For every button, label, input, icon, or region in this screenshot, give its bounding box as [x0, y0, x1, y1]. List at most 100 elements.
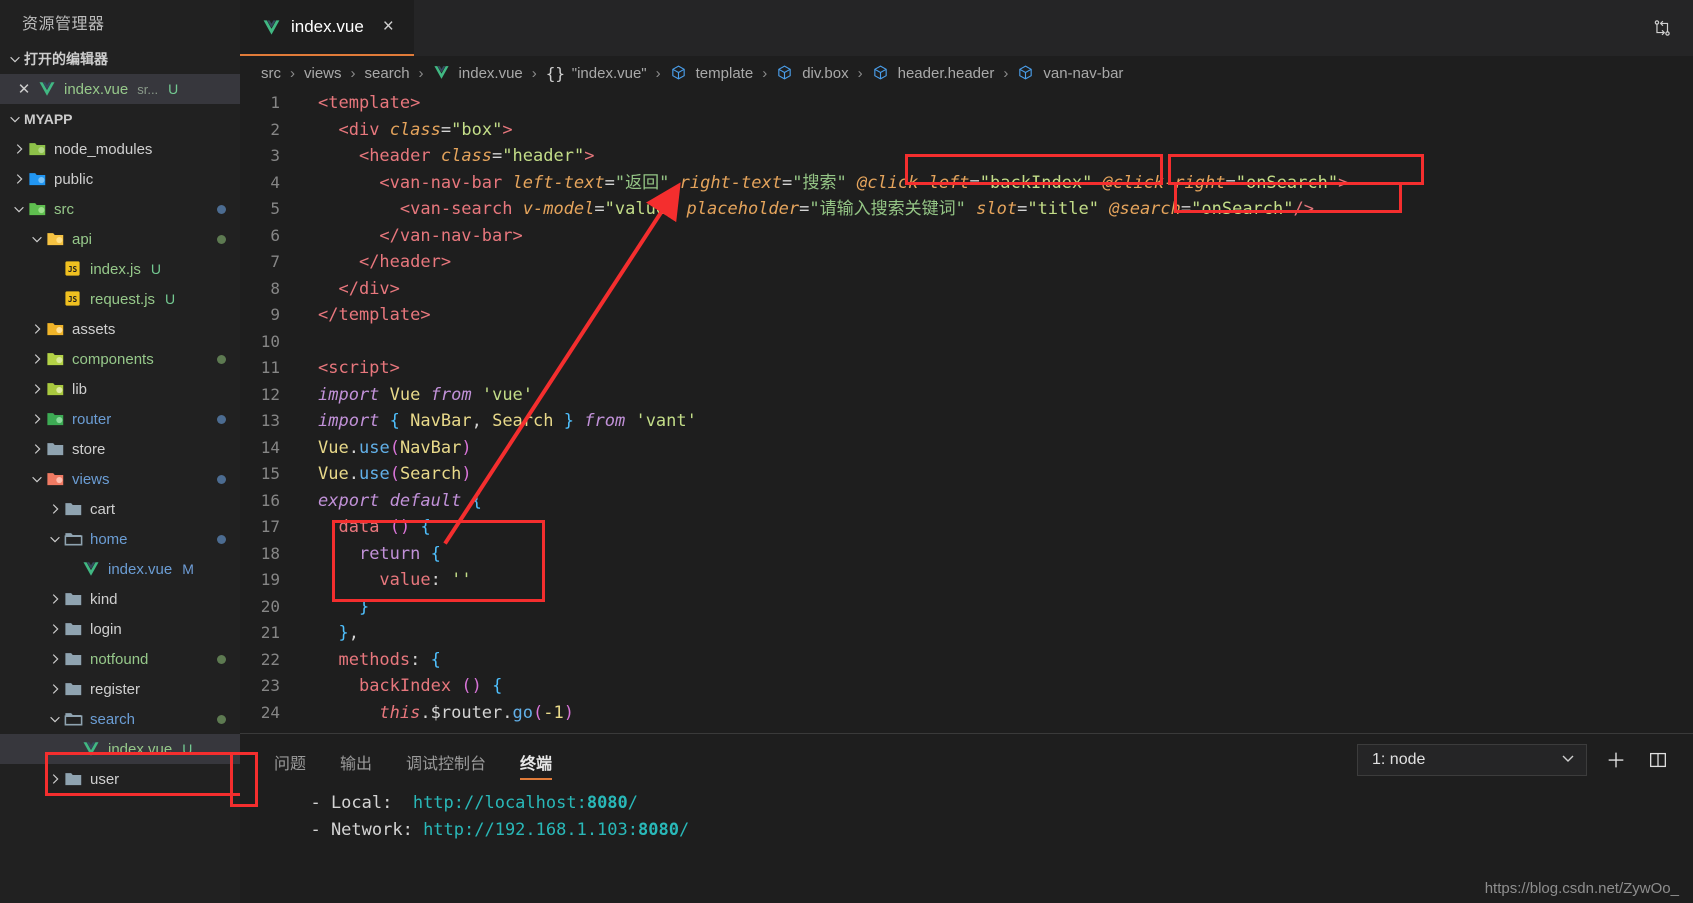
tree-item-store[interactable]: store	[0, 434, 240, 464]
code-content: return {	[358, 543, 441, 564]
breadcrumb-item--index-vue-[interactable]: {} "index.vue"	[543, 64, 650, 83]
tree-item-components[interactable]: components	[0, 344, 240, 374]
tree-item-assets[interactable]: assets	[0, 314, 240, 344]
code-content: <van-nav-bar left-text="返回" right-text="…	[379, 172, 1349, 193]
breadcrumb-item-header-header[interactable]: header.header	[869, 64, 998, 82]
tree-item-notfound[interactable]: notfound	[0, 644, 240, 674]
tree-item-kind[interactable]: kind	[0, 584, 240, 614]
tree-item-index-vue[interactable]: index.vue U	[0, 734, 240, 764]
tree-item-public[interactable]: public	[0, 164, 240, 194]
tree-item-label: request.js	[90, 290, 156, 308]
breadcrumb-item-views[interactable]: views	[301, 65, 345, 82]
terminal-port: 8080	[586, 793, 628, 813]
breadcrumb-item-van-nav-bar[interactable]: van-nav-bar	[1014, 64, 1126, 82]
folder-assets-icon	[46, 320, 66, 338]
close-icon[interactable]: ✕	[16, 81, 32, 98]
terminal-url[interactable]: http://192.168.1.103:	[413, 820, 638, 840]
tree-item-node-modules[interactable]: node_modules	[0, 134, 240, 164]
tree-item-index-js[interactable]: JS index.js U	[0, 254, 240, 284]
close-icon[interactable]: ×	[383, 16, 394, 38]
breadcrumb-item-div-box[interactable]: div.box	[773, 64, 851, 82]
panel-tab-终端[interactable]: 终端	[506, 734, 566, 790]
line-number: 9	[270, 305, 280, 324]
terminal-output[interactable]: - Local: http://localhost:8080/ - Networ…	[240, 790, 1693, 903]
folder-open-icon	[64, 710, 84, 728]
tree-item-views[interactable]: views	[0, 464, 240, 494]
editor-tabbar: index.vue ×	[240, 0, 1693, 56]
folder-status-dot	[217, 655, 226, 664]
code-line: 24 this.$router.go(-1)	[240, 700, 1693, 727]
tree-item-label: src	[54, 200, 74, 218]
code-editor[interactable]: 1 <template> 2 <div class="box"> 3 <header …	[240, 90, 1693, 733]
code-content: Vue.use(NavBar)	[318, 437, 472, 458]
tree-item-request-js[interactable]: JS request.js U	[0, 284, 240, 314]
folder-plain-icon	[64, 680, 84, 698]
panel-tab-调试控制台[interactable]: 调试控制台	[392, 734, 500, 790]
panel-tab-label: 终端	[520, 756, 553, 773]
tab-index-vue[interactable]: index.vue ×	[240, 0, 414, 56]
folder-plain-icon	[46, 440, 66, 458]
breadcrumb-item-index-vue[interactable]: index.vue	[430, 64, 526, 82]
code-line: 18 return {	[240, 541, 1693, 568]
folder-plain-icon	[64, 620, 84, 638]
workspace-section-header[interactable]: MYAPP	[0, 104, 240, 134]
breadcrumb-item-search[interactable]: search	[362, 65, 413, 82]
tree-item-router[interactable]: router	[0, 404, 240, 434]
terminal-url-tail: /	[627, 793, 639, 813]
folder-plain-icon	[64, 650, 84, 668]
folder-status-dot	[217, 535, 226, 544]
tree-item-home[interactable]: home	[0, 524, 240, 554]
symbol-cube-icon	[776, 64, 796, 82]
code-line: 10	[240, 329, 1693, 356]
breadcrumb-label: search	[364, 64, 410, 82]
tree-item-register[interactable]: register	[0, 674, 240, 704]
terminal-line-label: - Local:	[290, 793, 413, 813]
line-number: 4	[270, 172, 280, 192]
breadcrumb-separator: ›	[531, 64, 537, 82]
code-line: 7 </header>	[240, 249, 1693, 276]
open-editor-item-index-vue[interactable]: ✕ index.vue sr... U	[0, 74, 240, 104]
code-content: import Vue from 'vue'	[318, 384, 534, 405]
workspace-label: MYAPP	[24, 111, 73, 127]
watermark: https://blog.csdn.net/ZywOo_	[1484, 880, 1679, 897]
tree-item-cart[interactable]: cart	[0, 494, 240, 524]
line-number: 20	[260, 596, 280, 616]
breadcrumb-separator: ›	[418, 64, 424, 82]
breadcrumb-item-src[interactable]: src	[258, 65, 284, 82]
tree-item-api[interactable]: api	[0, 224, 240, 254]
breadcrumb-item-template[interactable]: template	[667, 64, 757, 82]
tree-item-index-vue[interactable]: index.vue M	[0, 554, 240, 584]
panel-tab-问题[interactable]: 问题	[260, 734, 320, 790]
tree-item-user[interactable]: user	[0, 764, 240, 794]
code-content: data () {	[338, 517, 431, 537]
js-icon: JS	[64, 260, 84, 278]
git-status-badge: U	[165, 291, 176, 307]
tree-item-login[interactable]: login	[0, 614, 240, 644]
vue-icon	[262, 18, 282, 36]
code-content: </header>	[358, 252, 452, 272]
breadcrumb-label: src	[261, 64, 281, 82]
split-terminal-icon[interactable]	[1645, 747, 1671, 773]
git-status-badge: M	[182, 561, 194, 577]
tree-item-lib[interactable]: lib	[0, 374, 240, 404]
code-content: Vue.use(Search)	[318, 464, 472, 484]
tree-item-search[interactable]: search	[0, 704, 240, 734]
symbol-cube-icon	[872, 64, 892, 82]
chevron-right-icon	[46, 680, 64, 698]
tree-item-src[interactable]: src	[0, 194, 240, 224]
code-content: <template>	[318, 93, 421, 113]
breadcrumb-label: van-nav-bar	[1043, 64, 1124, 82]
split-editor-icon[interactable]	[1649, 15, 1675, 41]
code-content: this.$router.go(-1)	[379, 702, 574, 723]
code-content: <van-search v-model="value" placeholder=…	[399, 199, 1314, 219]
terminal-select[interactable]: 1: node	[1357, 744, 1587, 776]
folder-status-dot	[217, 475, 226, 484]
panel-tab-输出[interactable]: 输出	[326, 734, 386, 790]
terminal-url[interactable]: http://localhost:	[413, 793, 587, 813]
plus-icon[interactable]	[1603, 747, 1629, 773]
tree-item-label: kind	[90, 590, 118, 608]
open-editors-section-header[interactable]: 打开的编辑器	[0, 44, 240, 74]
code-content: </div>	[338, 278, 400, 299]
code-content: </van-nav-bar>	[379, 225, 523, 246]
